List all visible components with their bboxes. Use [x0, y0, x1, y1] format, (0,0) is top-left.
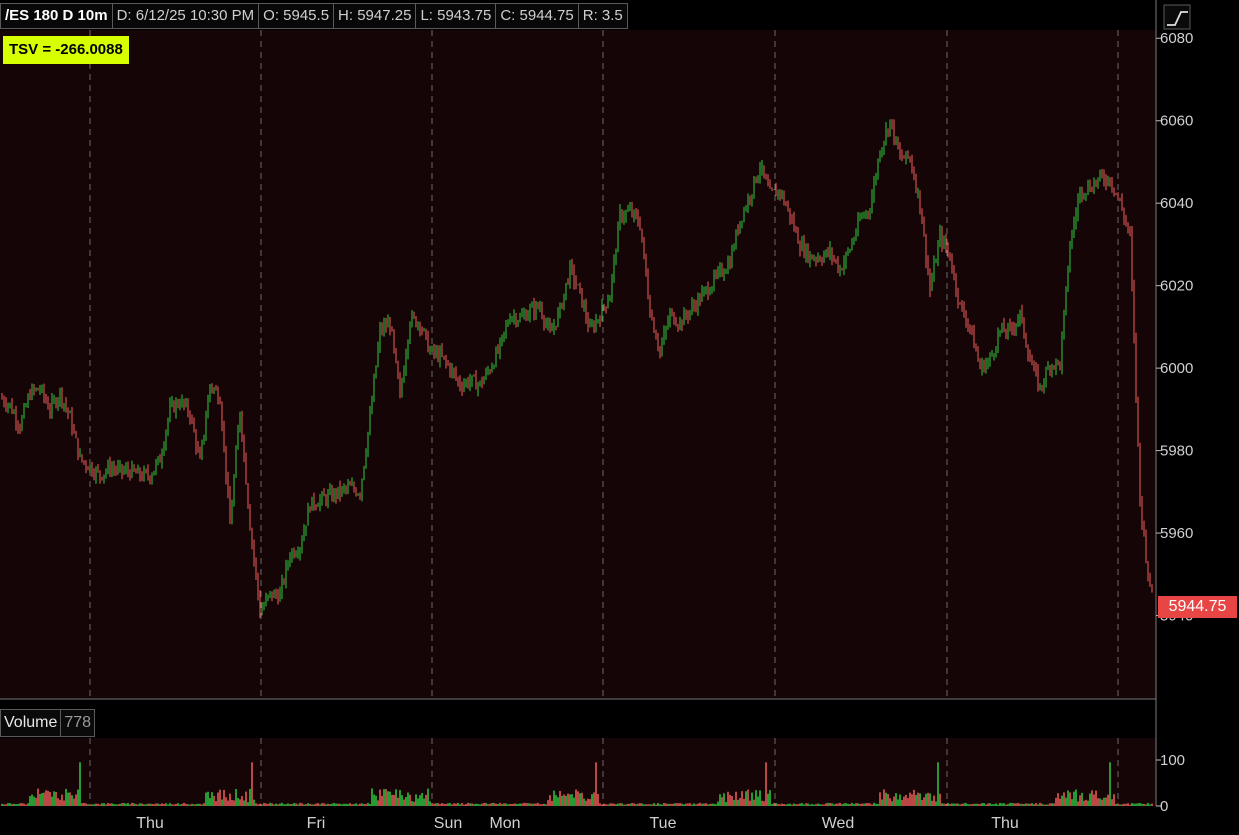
range-label: R: 3.5	[577, 3, 628, 29]
price-tick-label: 6040	[1160, 195, 1193, 212]
day-label: Tue	[650, 815, 677, 832]
volume-header: Volume 778	[0, 709, 96, 737]
price-tick-label: 5960	[1160, 525, 1193, 542]
close-label: C: 5944.75	[495, 3, 579, 29]
day-label: Thu	[991, 815, 1019, 832]
price-tick-label: 6080	[1160, 30, 1193, 47]
volume-tick-label: 100	[1160, 752, 1185, 769]
tsv-study-badge[interactable]: TSV = -266.0088	[3, 36, 129, 64]
open-label: O: 5945.5	[258, 3, 335, 29]
high-label: H: 5947.25	[333, 3, 417, 29]
day-label: Wed	[822, 815, 855, 832]
day-label: Sun	[434, 815, 462, 832]
last-price-marker: 5944.75	[1158, 596, 1237, 618]
volume-label[interactable]: Volume	[0, 709, 62, 737]
day-label: Mon	[489, 815, 520, 832]
low-label: L: 5943.75	[415, 3, 497, 29]
volume-tick-label: 0	[1160, 798, 1168, 815]
price-tick-label: 6060	[1160, 113, 1193, 130]
day-label: Thu	[136, 815, 164, 832]
volume-value: 778	[60, 709, 96, 737]
price-tick-label: 6020	[1160, 278, 1193, 295]
symbol-label[interactable]: /ES 180 D 10m	[0, 3, 113, 29]
day-label: Fri	[307, 815, 326, 832]
quote-header: /ES 180 D 10m D: 6/12/25 10:30 PM O: 594…	[0, 3, 628, 29]
chart-window: 594059605980600060206040606060800100ThuF…	[0, 0, 1239, 835]
style-icon[interactable]	[1163, 4, 1191, 30]
date-label: D: 6/12/25 10:30 PM	[111, 3, 260, 29]
price-chart[interactable]: 594059605980600060206040606060800100ThuF…	[0, 0, 1239, 835]
price-panel-bg	[0, 30, 1156, 698]
price-tick-label: 6000	[1160, 360, 1193, 377]
price-tick-label: 5980	[1160, 443, 1193, 460]
